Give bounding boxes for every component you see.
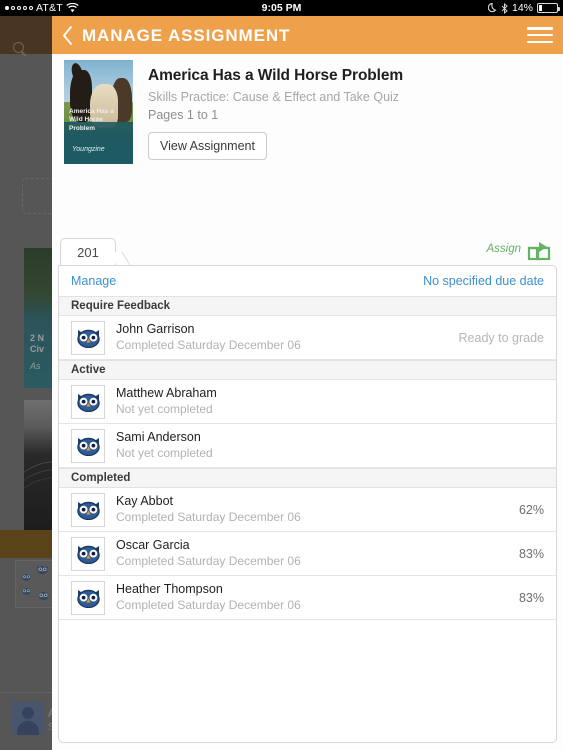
section-heading: Completed <box>59 468 556 488</box>
owl-avatar <box>71 492 105 527</box>
status-bar-right: 14% <box>487 2 560 14</box>
student-sections: Require Feedback John Garrison Completed … <box>59 296 556 620</box>
student-info: Matthew Abraham Not yet completed <box>116 386 544 417</box>
moon-icon <box>487 3 497 13</box>
share-export-icon[interactable] <box>527 240 551 262</box>
student-status: Not yet completed <box>116 402 213 416</box>
assignment-title: America Has a Wild Horse Problem <box>148 67 404 84</box>
student-name: Oscar Garcia <box>116 538 190 552</box>
student-status: Completed Saturday December 06 <box>116 598 301 612</box>
owl-avatar <box>71 320 105 355</box>
student-status: Not yet completed <box>116 446 213 460</box>
student-info: Heather Thompson Completed Saturday Decem… <box>116 582 519 613</box>
student-name: John Garrison <box>116 322 195 336</box>
due-date-link[interactable]: No specified due date <box>423 274 544 288</box>
assignment-pages: Pages 1 to 1 <box>148 108 219 122</box>
student-name: Sami Anderson <box>116 430 201 444</box>
student-row[interactable]: Oscar Garcia Completed Saturday December … <box>59 532 556 576</box>
student-status: Completed Saturday December 06 <box>116 554 301 568</box>
app-root: 2 N Civ As AT&T 9:05 PM 14% MANAGE ASSIG… <box>0 0 563 750</box>
view-assignment-button[interactable]: View Assignment <box>148 132 267 160</box>
status-bar: AT&T 9:05 PM 14% <box>0 0 563 16</box>
section-heading: Active <box>59 360 556 380</box>
assignment-subtitle: Skills Practice: Cause & Effect and Take… <box>148 90 400 104</box>
owl-avatar <box>71 580 105 615</box>
student-info: Sami Anderson Not yet completed <box>116 430 544 461</box>
clock: 9:05 PM <box>261 2 302 14</box>
student-score: 83% <box>518 546 544 561</box>
student-row[interactable]: Kay Abbot Completed Saturday December 06 6… <box>59 488 556 532</box>
navigation-bar: MANAGE ASSIGNMENT <box>52 16 563 54</box>
cover-title: America Has a Wild Horse Problem <box>69 107 114 132</box>
student-status: Completed Saturday December 06 <box>116 510 301 524</box>
student-info: Oscar Garcia Completed Saturday December … <box>116 538 519 569</box>
student-grade-status: Ready to grade <box>458 330 544 345</box>
student-row[interactable]: John Garrison Completed Saturday December… <box>59 316 556 360</box>
cover-brand: Youngzine <box>72 146 105 153</box>
student-info: John Garrison Completed Saturday December… <box>116 322 459 353</box>
assignment-summary: America Has a Wild Horse Problem Youngzi… <box>64 60 403 164</box>
chevron-left-icon <box>62 25 72 45</box>
student-status: Completed Saturday December 06 <box>116 338 301 352</box>
battery-icon <box>537 3 560 13</box>
student-score: 62% <box>518 502 544 517</box>
section-heading: Require Feedback <box>59 296 556 316</box>
page-title: MANAGE ASSIGNMENT <box>82 25 291 45</box>
student-name: Heather Thompson <box>116 582 223 596</box>
assignment-cover-thumbnail[interactable]: America Has a Wild Horse Problem Youngzi… <box>64 60 133 164</box>
bluetooth-icon <box>501 2 508 14</box>
student-row[interactable]: Matthew Abraham Not yet completed <box>59 380 556 424</box>
student-list-panel: Manage No specified due date Require Fee… <box>58 265 557 743</box>
battery-percent-label: 14% <box>511 2 533 14</box>
content-sheet: America Has a Wild Horse Problem Youngzi… <box>52 54 563 750</box>
student-info: Kay Abbot Completed Saturday December 06 <box>116 494 519 525</box>
panel-header: Manage No specified due date <box>59 266 556 296</box>
back-button[interactable] <box>52 16 82 54</box>
tab-row: 201 Assign <box>58 238 557 267</box>
student-score: 83% <box>518 590 544 605</box>
assign-link[interactable]: Assign <box>486 243 521 255</box>
student-row[interactable]: Heather Thompson Completed Saturday Decem… <box>59 576 556 620</box>
manage-link[interactable]: Manage <box>71 274 116 288</box>
hamburger-menu-icon[interactable] <box>527 25 553 45</box>
assignment-meta: America Has a Wild Horse Problem Skills … <box>148 60 403 164</box>
owl-avatar <box>71 384 105 419</box>
student-row[interactable]: Sami Anderson Not yet completed <box>59 424 556 468</box>
owl-avatar <box>71 428 105 463</box>
student-name: Kay Abbot <box>116 494 173 508</box>
student-name: Matthew Abraham <box>116 386 217 400</box>
owl-avatar <box>71 536 105 571</box>
